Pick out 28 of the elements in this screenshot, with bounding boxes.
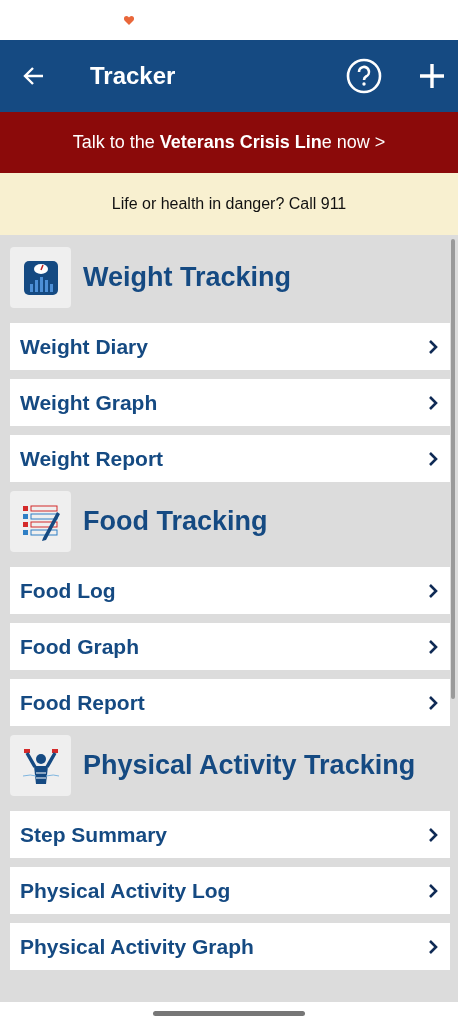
home-indicator[interactable] [153,1010,305,1016]
menu-item[interactable]: Food Graph [10,623,450,670]
menu-item[interactable]: Food Report [10,679,450,726]
chevron-icon [428,394,438,411]
section-title: Weight Tracking [83,262,292,293]
add-button[interactable] [418,62,446,90]
chevron-icon [428,638,438,655]
screen-title: Tracker [90,62,177,90]
menu-item[interactable]: Weight Diary [10,323,450,370]
menu-item[interactable]: Physical Activity Log [10,867,450,914]
chevron-icon [428,694,438,711]
section-title: Food Tracking [83,506,268,537]
chevron-icon [428,582,438,599]
help-button[interactable] [346,58,382,94]
chevron-icon [428,938,438,955]
menu-item[interactable]: Step Summary [10,811,450,858]
menu-item[interactable]: Weight Report [10,435,450,482]
chevron-icon [428,826,438,843]
chevron-icon [428,338,438,355]
menu-item[interactable]: Food Log [10,567,450,614]
heart-icon [124,15,134,25]
chevron-icon [428,450,438,467]
crisis-line-banner[interactable]: Talk to the Veterans Crisis Line now > [0,112,458,173]
chevron-icon [428,882,438,899]
emergency-notice: Life or health in danger? Call 911 [0,173,458,235]
section-title: Physical Activity Tracking [83,750,416,781]
menu-item[interactable]: Weight Graph [10,379,450,426]
menu-item[interactable]: Physical Activity Graph [10,923,450,970]
